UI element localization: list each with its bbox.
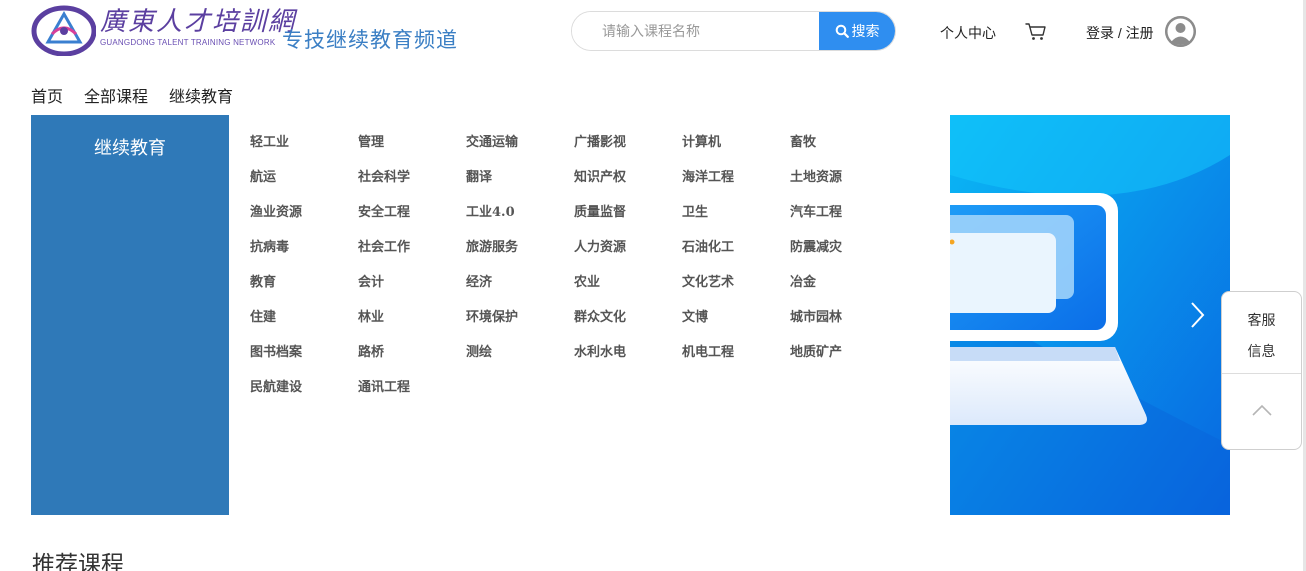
category-item[interactable]: 社会科学 <box>358 164 466 199</box>
category-sidebar-title[interactable]: 继续教育 <box>31 134 229 160</box>
category-item[interactable]: 冶金 <box>790 269 898 304</box>
recommended-courses-title: 推荐课程 <box>32 551 124 571</box>
category-item[interactable]: 路桥 <box>358 339 466 374</box>
category-item[interactable]: 城市园林 <box>790 304 898 339</box>
chevron-right-icon <box>1191 302 1205 328</box>
category-item[interactable]: 通讯工程 <box>358 374 466 409</box>
category-item[interactable]: 机电工程 <box>682 339 790 374</box>
search-button[interactable]: 搜索 <box>819 12 895 50</box>
banner-next-button[interactable] <box>1188 300 1208 330</box>
logo-english-name: GUANGDONG TALENT TRAINING NETWORK <box>100 38 276 47</box>
category-item[interactable]: 住建 <box>250 304 358 339</box>
category-item[interactable]: 水利水电 <box>574 339 682 374</box>
category-item[interactable]: 海洋工程 <box>682 164 790 199</box>
logo-emblem-icon <box>31 5 96 56</box>
category-item[interactable]: 群众文化 <box>574 304 682 339</box>
category-item[interactable]: 工业4.0 <box>466 199 574 234</box>
category-item[interactable]: 地质矿产 <box>790 339 898 374</box>
category-item[interactable]: 翻译 <box>466 164 574 199</box>
floating-service-panel: 客服 信息 <box>1221 291 1302 450</box>
category-item[interactable]: 经济 <box>466 269 574 304</box>
category-item[interactable]: 畜牧 <box>790 129 898 164</box>
category-item[interactable]: 旅游服务 <box>466 234 574 269</box>
search-bar: 搜索 <box>571 11 896 51</box>
float-divider <box>1222 373 1301 374</box>
category-item[interactable]: 社会工作 <box>358 234 466 269</box>
category-item[interactable]: 轻工业 <box>250 129 358 164</box>
logo-chinese-name: 廣東人才培訓網 <box>100 7 297 37</box>
category-item[interactable]: 航运 <box>250 164 358 199</box>
category-item[interactable]: 管理 <box>358 129 466 164</box>
category-item[interactable]: 图书档案 <box>250 339 358 374</box>
nav-item-continuing-education[interactable]: 继续教育 <box>169 83 233 107</box>
back-to-top-button[interactable] <box>1250 400 1274 420</box>
category-item[interactable]: 计算机 <box>682 129 790 164</box>
site-logo[interactable]: 廣東人才培訓網 GUANGDONG TALENT TRAINING NETWOR… <box>30 4 294 56</box>
category-item[interactable]: 环境保护 <box>466 304 574 339</box>
category-item[interactable]: 会计 <box>358 269 466 304</box>
cart-icon <box>1025 23 1046 40</box>
category-item[interactable]: 知识产权 <box>574 164 682 199</box>
category-item[interactable]: 农业 <box>574 269 682 304</box>
personal-center-link[interactable]: 个人中心 <box>940 23 996 43</box>
category-item[interactable]: 广播影视 <box>574 129 682 164</box>
chevron-up-icon <box>1252 404 1272 416</box>
category-item[interactable]: 质量监督 <box>574 199 682 234</box>
category-item[interactable]: 林业 <box>358 304 466 339</box>
cart-button[interactable] <box>1025 22 1047 47</box>
category-item[interactable]: 文博 <box>682 304 790 339</box>
service-info-label[interactable]: 信息 <box>1222 341 1301 361</box>
category-item[interactable]: 抗病毒 <box>250 234 358 269</box>
category-item[interactable]: 渔业资源 <box>250 199 358 234</box>
channel-title: 专技继续教育频道 <box>282 29 458 52</box>
category-grid: 轻工业 管理 交通运输 广播影视 计算机 畜牧航运 社会科学 翻译 知识产权 海洋工程 土地资源渔业… <box>250 129 950 409</box>
nav-item-all-courses[interactable]: 全部课程 <box>84 83 148 107</box>
category-item[interactable]: 安全工程 <box>358 199 466 234</box>
category-item[interactable]: 文化艺术 <box>682 269 790 304</box>
category-sidebar: 继续教育 <box>31 115 229 515</box>
search-icon <box>835 24 849 38</box>
category-item[interactable]: 测绘 <box>466 339 574 374</box>
main-nav: 首页 全部课程 继续教育 <box>31 83 233 107</box>
customer-service-label[interactable]: 客服 <box>1222 310 1301 330</box>
category-item[interactable]: 教育 <box>250 269 358 304</box>
login-register-link[interactable]: 登录 / 注册 <box>1086 23 1154 43</box>
category-item[interactable]: 卫生 <box>682 199 790 234</box>
category-item[interactable]: 交通运输 <box>466 129 574 164</box>
nav-item-home[interactable]: 首页 <box>31 83 63 107</box>
category-item[interactable]: 汽车工程 <box>790 199 898 234</box>
category-item[interactable]: 防震减灾 <box>790 234 898 269</box>
search-input[interactable] <box>572 12 819 50</box>
category-item[interactable]: 民航建设 <box>250 374 358 409</box>
category-item[interactable]: 石油化工 <box>682 234 790 269</box>
category-item[interactable]: 人力资源 <box>574 234 682 269</box>
search-button-label: 搜索 <box>851 23 880 39</box>
user-avatar-icon[interactable] <box>1165 16 1196 47</box>
category-item[interactable]: 土地资源 <box>790 164 898 199</box>
